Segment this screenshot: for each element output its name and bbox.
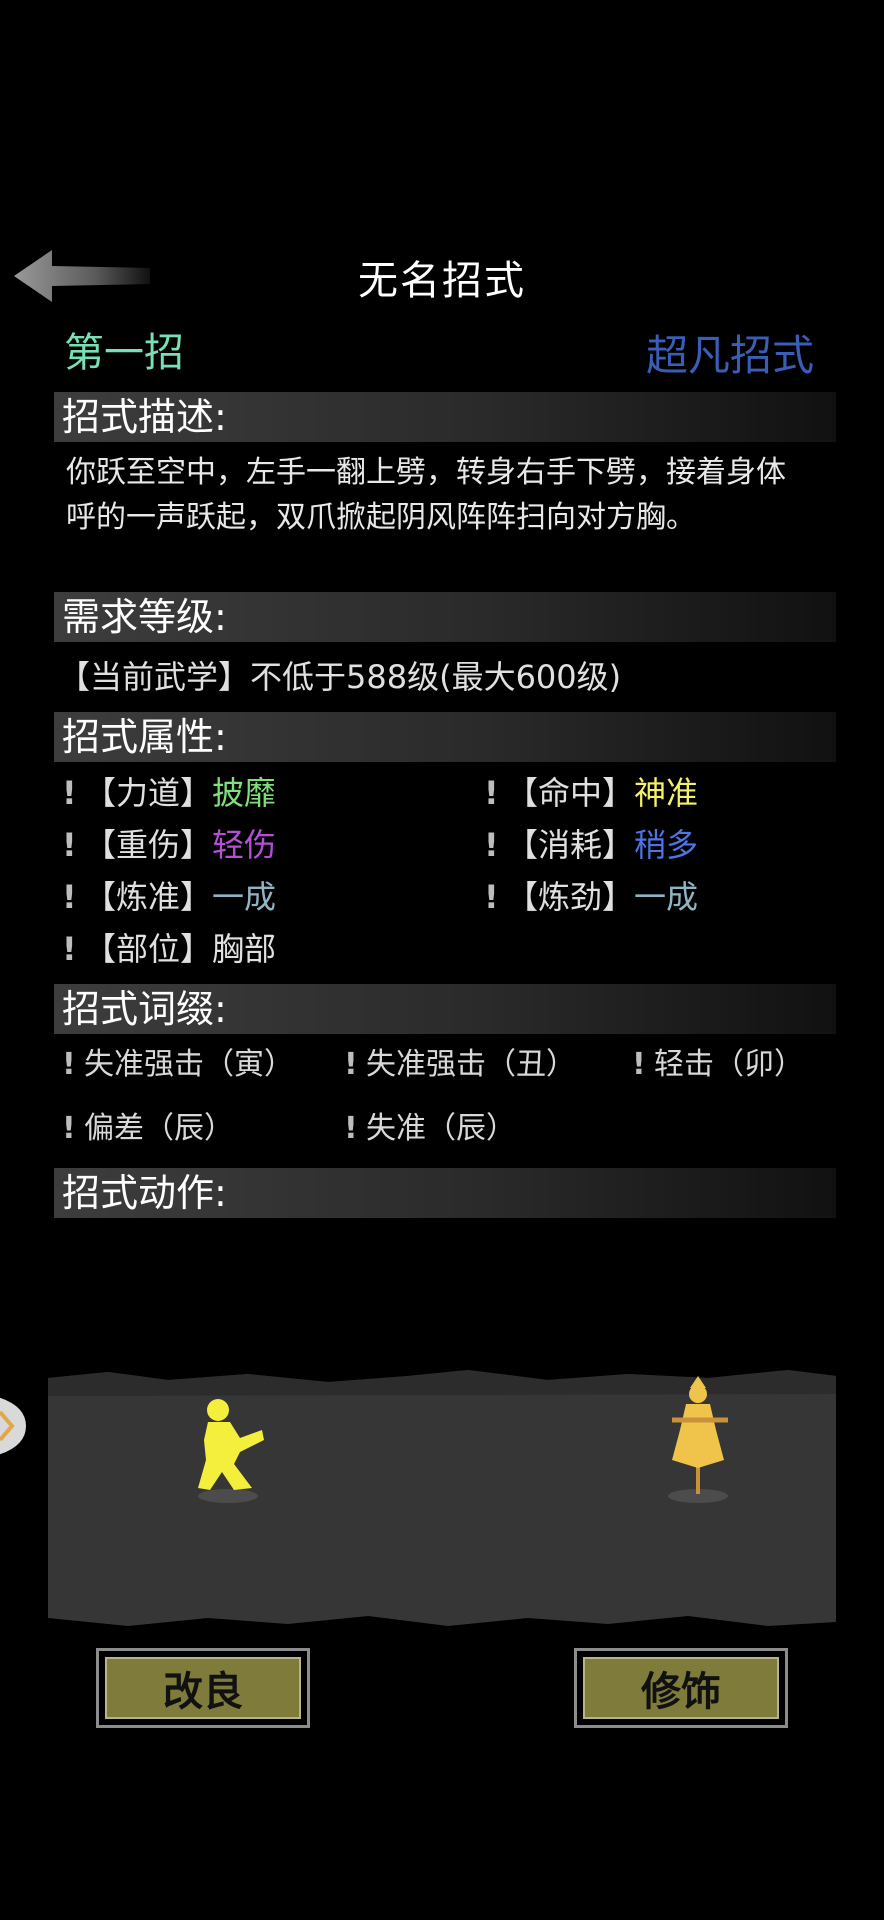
improve-button-label: 改良 [105, 1657, 301, 1719]
info-icon: ! [484, 826, 499, 864]
attribute-injury[interactable]: ! 【重伤】轻伤 [62, 822, 276, 868]
move-index-label: 第一招 [64, 330, 184, 376]
attribute-key: 【重伤】 [84, 826, 213, 864]
decorate-button-label: 修饰 [583, 1657, 779, 1719]
move-tier-label: 超凡招式 [645, 331, 814, 380]
info-icon: ! [484, 878, 499, 916]
affix-label: 偏差（辰） [84, 1111, 234, 1146]
attribute-key: 【消耗】 [506, 826, 635, 864]
affix-item[interactable]: ! 失准（辰） [344, 1106, 516, 1152]
section-header-requirement: 需求等级: [54, 592, 836, 642]
info-icon: ! [484, 774, 499, 812]
attribute-key: 【部位】 [84, 930, 213, 968]
info-icon: ! [344, 1047, 358, 1082]
section-header-description: 招式描述: [54, 392, 836, 442]
attribute-value: 轻伤 [212, 826, 277, 864]
affix-label: 轻击（卯） [654, 1047, 804, 1082]
info-icon: ! [62, 774, 77, 812]
info-icon: ! [62, 1047, 76, 1082]
info-icon: ! [62, 878, 77, 916]
improve-button[interactable]: 改良 [96, 1648, 310, 1728]
section-header-affixes: 招式词缀: [54, 984, 836, 1034]
attribute-value: 神准 [634, 774, 699, 812]
attribute-key: 【命中】 [506, 774, 635, 812]
affix-item[interactable]: ! 轻击（卯） [632, 1042, 804, 1088]
info-icon: ! [344, 1111, 358, 1146]
attribute-value: 稍多 [634, 826, 699, 864]
affix-label: 失准（辰） [366, 1111, 516, 1146]
info-icon: ! [62, 930, 77, 968]
attribute-value: 一成 [212, 878, 277, 916]
attribute-cost[interactable]: ! 【消耗】稍多 [484, 822, 698, 868]
affix-label: 失准强击（丑） [366, 1047, 576, 1082]
attribute-key: 【力道】 [84, 774, 213, 812]
move-description: 你跃至空中，左手一翻上劈，转身右手下劈，接着身体呼的一声跃起，双爪掀起阴风阵阵扫… [66, 455, 786, 535]
attribute-accuracy[interactable]: ! 【命中】神准 [484, 770, 698, 816]
affix-item[interactable]: ! 偏差（辰） [62, 1106, 234, 1152]
section-header-animation: 招式动作: [54, 1168, 836, 1218]
attribute-refine-force[interactable]: ! 【炼劲】一成 [484, 874, 698, 920]
attribute-refine-accuracy[interactable]: ! 【炼准】一成 [62, 874, 276, 920]
attribute-strength[interactable]: ! 【力道】披靡 [62, 770, 276, 816]
attribute-value: 一成 [634, 878, 699, 916]
side-drawer-tab[interactable] [0, 1394, 26, 1458]
affix-item[interactable]: ! 失准强击（丑） [344, 1042, 576, 1088]
info-icon: ! [62, 1111, 76, 1146]
requirement-text: 【当前武学】不低于588级(最大600级) [58, 658, 622, 696]
attribute-key: 【炼准】 [84, 878, 213, 916]
attribute-key: 【炼劲】 [506, 878, 635, 916]
page-title: 无名招式 [358, 258, 526, 304]
info-icon: ! [632, 1047, 646, 1082]
move-animation-preview [48, 1370, 836, 1626]
attribute-target-part[interactable]: ! 【部位】胸部 [62, 926, 276, 972]
decorate-button[interactable]: 修饰 [574, 1648, 788, 1728]
affix-label: 失准强击（寅） [84, 1047, 294, 1082]
attribute-value: 胸部 [212, 930, 277, 968]
section-header-attributes: 招式属性: [54, 712, 836, 762]
affix-item[interactable]: ! 失准强击（寅） [62, 1042, 294, 1088]
info-icon: ! [62, 826, 77, 864]
attribute-value: 披靡 [212, 774, 277, 812]
